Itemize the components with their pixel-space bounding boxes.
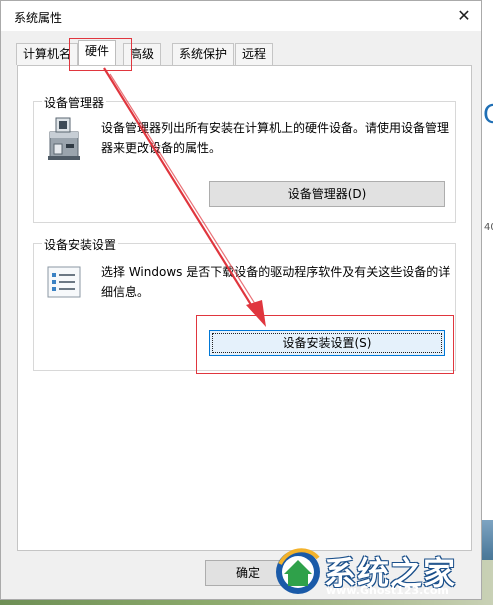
annotation-arrow [103, 67, 266, 327]
watermark-logo: 系统之家 www.Ghost123.com [272, 540, 487, 600]
house-logo-icon [276, 548, 320, 594]
watermark-url: www.Ghost123.com [326, 584, 449, 597]
tab-hardware[interactable]: 硬件 [78, 40, 117, 65]
